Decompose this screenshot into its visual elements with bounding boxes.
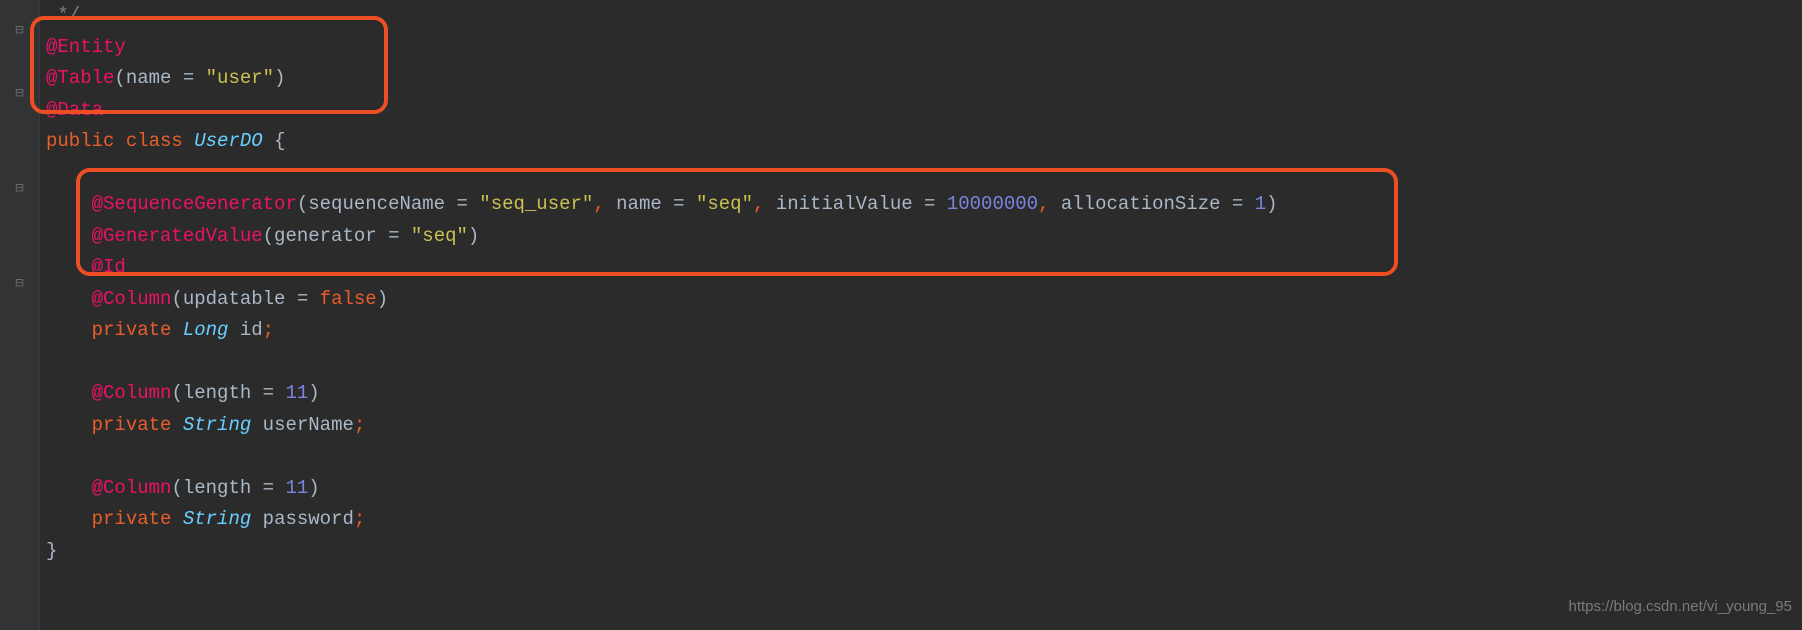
keyword-token: class — [126, 126, 183, 158]
code-line: @Id — [46, 252, 1802, 284]
keyword-token: false — [320, 284, 377, 316]
string-token: "seq" — [696, 189, 753, 221]
fold-icon[interactable]: ⊟ — [13, 278, 27, 292]
semicolon-token: ; — [354, 504, 365, 536]
equals-token: = — [251, 473, 285, 505]
param-token: length — [183, 473, 251, 505]
comma-token: , — [753, 189, 764, 221]
identifier-token: userName — [263, 410, 354, 442]
semicolon-token: ; — [263, 315, 274, 347]
number-token: 1 — [1255, 189, 1266, 221]
code-line: public class UserDO { — [46, 126, 1802, 158]
code-line: private Long id; — [46, 315, 1802, 347]
watermark-text: https://blog.csdn.net/vi_young_95 — [1569, 591, 1793, 623]
paren-token: ) — [274, 63, 285, 95]
equals-token: = — [171, 63, 205, 95]
equals-token: = — [445, 189, 479, 221]
paren-token: ) — [468, 221, 479, 253]
code-line: */ — [46, 0, 1802, 32]
code-line: private String userName; — [46, 410, 1802, 442]
keyword-token: private — [92, 504, 172, 536]
equals-token: = — [377, 221, 411, 253]
identifier-token: id — [240, 315, 263, 347]
keyword-token: private — [92, 315, 172, 347]
type-token: Long — [183, 315, 229, 347]
param-token: sequenceName — [308, 189, 445, 221]
string-token: "seq" — [411, 221, 468, 253]
code-line: @Column(length = 11) — [46, 473, 1802, 505]
fold-icon[interactable]: ⊟ — [13, 25, 27, 39]
annotation-token: @Column — [92, 378, 172, 410]
param-token: initialValue — [776, 189, 913, 221]
code-line — [46, 158, 1802, 190]
param-token: name — [126, 63, 172, 95]
equals-token: = — [251, 378, 285, 410]
paren-token: ( — [263, 221, 274, 253]
editor-gutter: ⊟ ⊟ ⊟ ⊟ — [0, 0, 40, 630]
paren-token: ( — [171, 378, 182, 410]
annotation-token: @Column — [92, 473, 172, 505]
annotation-token: @Table — [46, 63, 114, 95]
code-line: @GeneratedValue(generator = "seq") — [46, 221, 1802, 253]
code-line — [46, 441, 1802, 473]
param-token: updatable — [183, 284, 286, 316]
code-line: private String password; — [46, 504, 1802, 536]
annotation-token: @Id — [92, 252, 126, 284]
paren-token: ) — [1266, 189, 1277, 221]
number-token: 10000000 — [947, 189, 1038, 221]
code-line: @SequenceGenerator(sequenceName = "seq_u… — [46, 189, 1802, 221]
paren-token: ) — [377, 284, 388, 316]
param-token: name — [616, 189, 662, 221]
equals-token: = — [662, 189, 696, 221]
equals-token: = — [1221, 189, 1255, 221]
code-line: @Table(name = "user") — [46, 63, 1802, 95]
code-line: @Column(length = 11) — [46, 378, 1802, 410]
brace-token: } — [46, 536, 57, 568]
code-line: @Data — [46, 95, 1802, 127]
code-editor[interactable]: */ @Entity @Table(name = "user") @Data p… — [40, 0, 1802, 567]
annotation-token: @Column — [92, 284, 172, 316]
paren-token: ) — [308, 473, 319, 505]
param-token: allocationSize — [1061, 189, 1221, 221]
annotation-token: @Data — [46, 95, 103, 127]
number-token: 11 — [285, 378, 308, 410]
string-token: "user" — [206, 63, 274, 95]
number-token: 11 — [285, 473, 308, 505]
param-token: length — [183, 378, 251, 410]
comma-token: , — [593, 189, 604, 221]
identifier-token: password — [263, 504, 354, 536]
annotation-token: @SequenceGenerator — [92, 189, 297, 221]
equals-token: = — [913, 189, 947, 221]
param-token: generator — [274, 221, 377, 253]
code-line: } — [46, 536, 1802, 568]
semicolon-token: ; — [354, 410, 365, 442]
equals-token: = — [285, 284, 319, 316]
keyword-token: public — [46, 126, 114, 158]
comma-token: , — [1038, 189, 1049, 221]
string-token: "seq_user" — [479, 189, 593, 221]
code-line — [46, 347, 1802, 379]
paren-token: ( — [171, 473, 182, 505]
comment-token: */ — [46, 0, 80, 32]
paren-token: ( — [171, 284, 182, 316]
keyword-token: private — [92, 410, 172, 442]
code-line: @Column(updatable = false) — [46, 284, 1802, 316]
type-token: String — [183, 504, 251, 536]
fold-icon[interactable]: ⊟ — [13, 183, 27, 197]
brace-token: { — [274, 126, 285, 158]
classname-token: UserDO — [194, 126, 262, 158]
paren-token: ( — [297, 189, 308, 221]
code-line: @Entity — [46, 32, 1802, 64]
annotation-token: @Entity — [46, 32, 126, 64]
paren-token: ( — [114, 63, 125, 95]
fold-icon[interactable]: ⊟ — [13, 88, 27, 102]
type-token: String — [183, 410, 251, 442]
paren-token: ) — [308, 378, 319, 410]
annotation-token: @GeneratedValue — [92, 221, 263, 253]
